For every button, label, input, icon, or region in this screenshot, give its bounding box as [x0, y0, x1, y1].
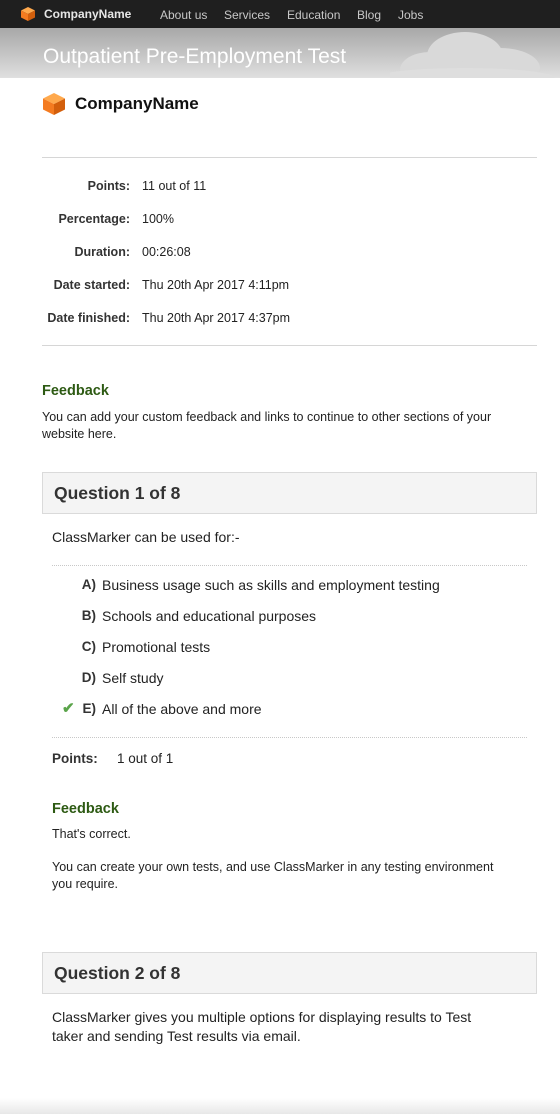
- question-2-title: Question 2 of 8: [54, 963, 181, 983]
- page-banner: Outpatient Pre-Employment Test: [0, 28, 560, 78]
- company-name: CompanyName: [75, 94, 199, 113]
- nav-link-services[interactable]: Services: [224, 8, 270, 22]
- feedback-text-line: You can add your custom feedback and lin…: [42, 410, 492, 424]
- duration-value: 00:26:08: [142, 245, 191, 259]
- percentage-value: 100%: [142, 212, 174, 226]
- question-1-feedback-paragraph: You can create your own tests, and use C…: [52, 859, 493, 893]
- date-finished-label: Date finished:: [47, 311, 130, 325]
- question-1-feedback-title: Feedback: [52, 801, 119, 817]
- question-1-feedback-line: That's correct.: [52, 827, 131, 841]
- question-1-points-label: Points:: [52, 751, 98, 766]
- points-value: 11 out of 11: [142, 179, 207, 193]
- page-title: Outpatient Pre-Employment Test: [43, 45, 347, 68]
- answer-letter: A): [81, 577, 96, 592]
- feedback-text-line: you require.: [52, 877, 119, 891]
- answer-text: Promotional tests: [102, 639, 211, 655]
- cube-logo-icon: [43, 93, 65, 115]
- question-1-header: Question 1 of 8: [42, 472, 537, 514]
- question-1-text: ClassMarker can be used for:-: [52, 529, 240, 545]
- nav-link-education[interactable]: Education: [287, 8, 340, 22]
- top-navbar: CompanyName About us Services Education …: [0, 0, 560, 28]
- percentage-label: Percentage:: [58, 212, 130, 226]
- question-1-title: Question 1 of 8: [54, 483, 181, 503]
- answer-text: All of the above and more: [102, 701, 262, 717]
- answer-text: Business usage such as skills and employ…: [102, 577, 440, 593]
- question-text-line: ClassMarker gives you multiple options f…: [52, 1009, 472, 1025]
- divider: [42, 345, 537, 346]
- date-started-label: Date started:: [53, 278, 130, 292]
- points-label: Points:: [87, 179, 130, 193]
- feedback-title: Feedback: [42, 383, 109, 399]
- answer-letter: C): [81, 639, 96, 654]
- question-text-line: taker and sending Test results via email…: [52, 1028, 301, 1044]
- feedback-text-line: You can create your own tests, and use C…: [52, 860, 494, 874]
- answer-text: Self study: [102, 670, 164, 686]
- nav-link-jobs[interactable]: Jobs: [398, 8, 423, 22]
- feedback-text: You can add your custom feedback and lin…: [42, 409, 491, 443]
- page-bottom-shade: [0, 1098, 560, 1114]
- cloud-decoration: [390, 32, 555, 78]
- dotted-divider: [52, 565, 527, 566]
- question-1-points-value: 1 out of 1: [117, 751, 174, 766]
- question-2-header: Question 2 of 8: [42, 952, 537, 994]
- answer-text: Schools and educational purposes: [102, 608, 317, 624]
- answer-letter: E): [82, 701, 97, 716]
- nav-brand[interactable]: CompanyName: [44, 7, 131, 21]
- answer-letter: D): [81, 670, 96, 685]
- date-finished-value: Thu 20th Apr 2017 4:37pm: [142, 311, 291, 325]
- feedback-text-line: website here.: [42, 427, 117, 441]
- nav-link-about-us[interactable]: About us: [160, 8, 207, 22]
- question-2-text: ClassMarker gives you multiple options f…: [52, 1008, 527, 1046]
- duration-label: Duration:: [74, 245, 130, 259]
- dotted-divider: [52, 737, 527, 738]
- answer-letter: B): [81, 608, 96, 623]
- cube-logo-icon[interactable]: [20, 6, 36, 22]
- divider: [42, 157, 537, 158]
- date-started-value: Thu 20th Apr 2017 4:11pm: [142, 278, 290, 292]
- nav-link-blog[interactable]: Blog: [357, 8, 381, 22]
